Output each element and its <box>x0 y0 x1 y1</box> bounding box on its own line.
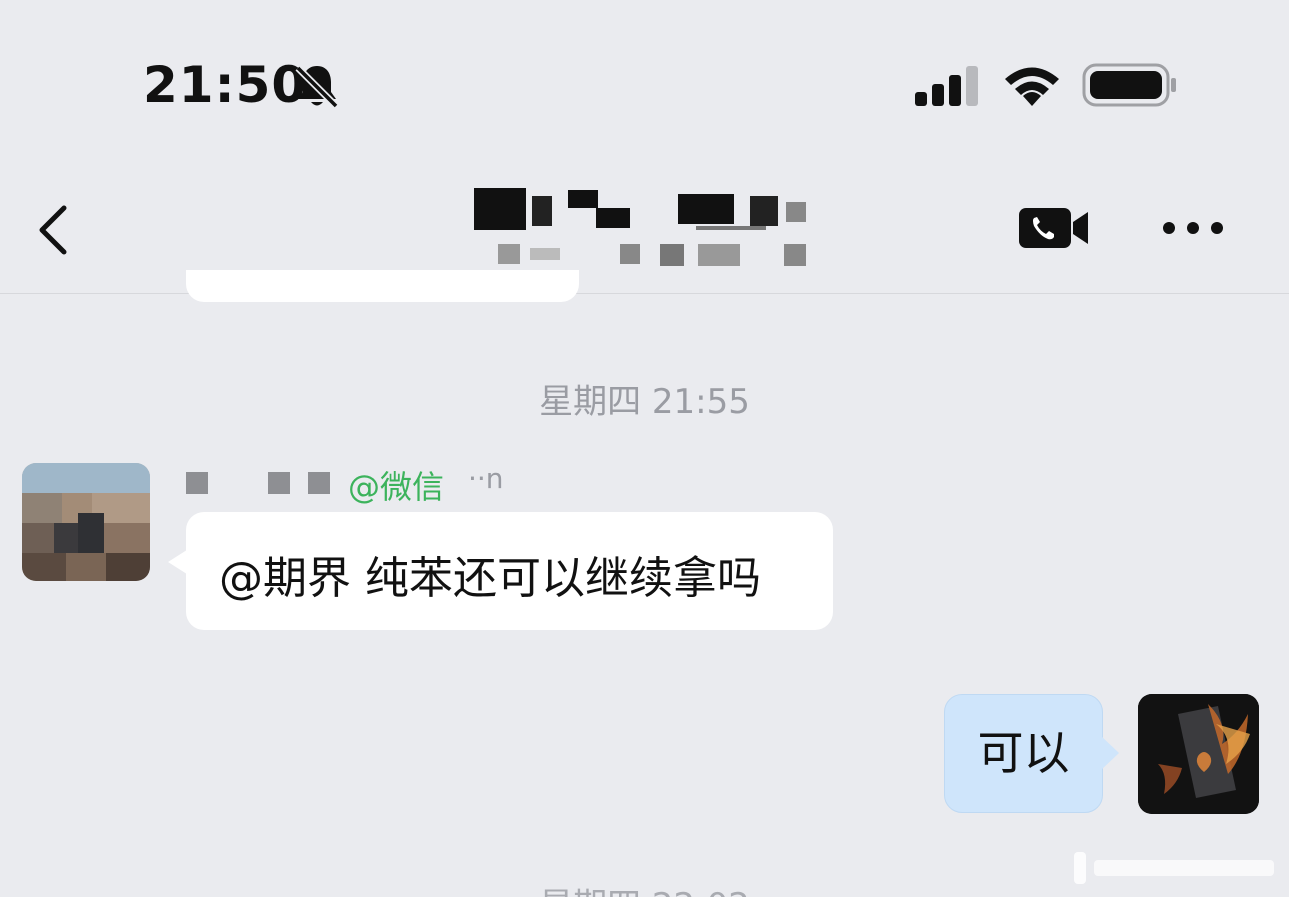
scroll-indicator <box>1074 852 1274 884</box>
status-bar: 21:50 <box>0 0 1289 150</box>
video-call-icon[interactable] <box>1018 206 1090 250</box>
redacted-chat-title <box>474 188 806 266</box>
redacted-name-part <box>186 472 208 494</box>
cellular-signal-icon <box>915 66 978 106</box>
sender-source-label: @微信 <box>348 468 445 506</box>
redacted-name-part <box>308 472 330 494</box>
chat-timestamp: 星期四 21:55 <box>539 382 750 422</box>
outgoing-message-bubble[interactable]: 可以 <box>944 694 1103 813</box>
sender-avatar[interactable] <box>22 463 150 581</box>
redacted-name-part <box>268 472 290 494</box>
chevron-left-icon[interactable] <box>34 202 74 258</box>
outgoing-bubble-tail <box>1101 736 1119 770</box>
more-horizontal-icon[interactable] <box>1160 218 1226 238</box>
bell-slash-icon <box>295 65 339 109</box>
previous-message-bubble <box>186 270 579 302</box>
status-time: 21:50 <box>143 56 308 114</box>
incoming-message-bubble[interactable]: @期界 纯苯还可以继续拿吗 <box>186 512 833 630</box>
battery-icon <box>1082 63 1176 107</box>
sender-name-fragment: ··n <box>468 462 504 495</box>
wifi-icon <box>1005 67 1059 106</box>
my-avatar[interactable] <box>1138 694 1259 814</box>
sender-name: ··n @微信 <box>186 460 504 506</box>
